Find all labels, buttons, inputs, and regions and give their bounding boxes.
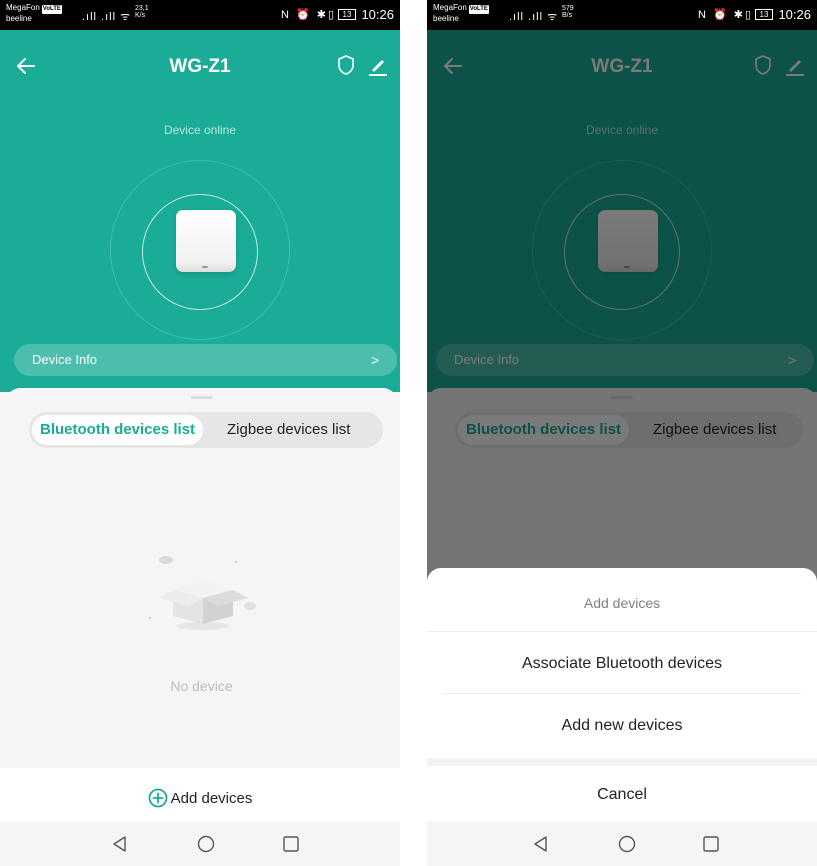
battery-icon: 13	[338, 9, 356, 20]
carrier-label: MegaFon VoLTE beeline	[433, 3, 489, 23]
edit-pencil-icon[interactable]	[366, 54, 390, 78]
sheet-drag-handle[interactable]	[190, 396, 213, 399]
phone-screen-device-detail: MegaFon VoLTE beeline .ıll .ıll ᯤ 23,1 K/s…	[0, 0, 400, 866]
nav-recent-icon[interactable]	[701, 834, 721, 854]
bottom-action-bar: Add devices	[0, 768, 400, 822]
status-time: 10:26	[778, 7, 811, 22]
device-status: Device online	[163, 123, 237, 137]
status-time: 10:26	[361, 7, 394, 22]
network-speed: 23,1 K/s	[135, 5, 149, 19]
devices-sheet: Bluetooth devices list Zigbee devices li…	[6, 388, 397, 766]
nav-home-icon[interactable]	[196, 834, 216, 854]
signal-icon: .ıll .ıll ᯤ	[82, 11, 132, 23]
divider	[443, 693, 801, 694]
battery-icon: 13	[755, 9, 773, 20]
add-devices-label: Add devices	[170, 790, 253, 807]
add-new-devices-option[interactable]: Add new devices	[427, 717, 817, 735]
action-sheet-title: Add devices	[583, 595, 661, 611]
empty-box-illustration	[148, 556, 256, 630]
phone-screen-add-devices-sheet: MegaFon VoLTE beeline .ıll .ıll ᯤ 579 B/s …	[427, 0, 817, 866]
device-header: WG-Z1 Device online Device Info >	[0, 30, 400, 392]
volte-badge: VoLTE	[41, 5, 62, 14]
cancel-button[interactable]: Cancel	[427, 786, 817, 804]
nav-home-icon[interactable]	[617, 834, 637, 854]
divider	[427, 631, 817, 632]
device-info-label: Device Info	[32, 352, 98, 367]
add-devices-button[interactable]: Add devices	[0, 788, 400, 808]
nav-back-icon[interactable]	[110, 834, 130, 854]
device-info-button[interactable]: Device Info >	[14, 344, 397, 376]
device-list-tabs: Bluetooth devices list Zigbee devices li…	[29, 412, 383, 448]
status-icons: N ⏰ ✱▯	[697, 9, 753, 21]
network-speed: 579 B/s	[562, 5, 574, 19]
status-bar: MegaFon VoLTE beeline .ıll .ıll ᯤ 579 B/s …	[427, 0, 817, 30]
empty-state-text: No device	[170, 678, 233, 694]
system-nav-bar	[0, 822, 400, 866]
add-devices-action-sheet: Add devices Associate Bluetooth devices …	[427, 568, 817, 822]
status-bar: MegaFon VoLTE beeline .ıll .ıll ᯤ 23,1 K/s…	[0, 0, 400, 30]
plus-circle-icon	[148, 788, 168, 808]
chevron-right-icon: >	[370, 352, 379, 368]
volte-badge: VoLTE	[468, 5, 489, 14]
shield-icon[interactable]	[336, 54, 356, 76]
associate-bluetooth-option[interactable]: Associate Bluetooth devices	[427, 655, 817, 673]
status-icons: N ⏰ ✱▯	[280, 9, 336, 21]
signal-icon: .ıll .ıll ᯤ	[509, 11, 559, 23]
nav-back-icon[interactable]	[531, 834, 551, 854]
gateway-device-image	[176, 210, 236, 272]
action-sheet-gap	[427, 758, 817, 766]
tab-zigbee-devices[interactable]: Zigbee devices list	[227, 415, 350, 445]
tab-bluetooth-devices[interactable]: Bluetooth devices list	[32, 415, 204, 445]
carrier-label: MegaFon VoLTE beeline	[6, 3, 62, 23]
system-nav-bar	[427, 822, 817, 866]
nav-recent-icon[interactable]	[281, 834, 301, 854]
